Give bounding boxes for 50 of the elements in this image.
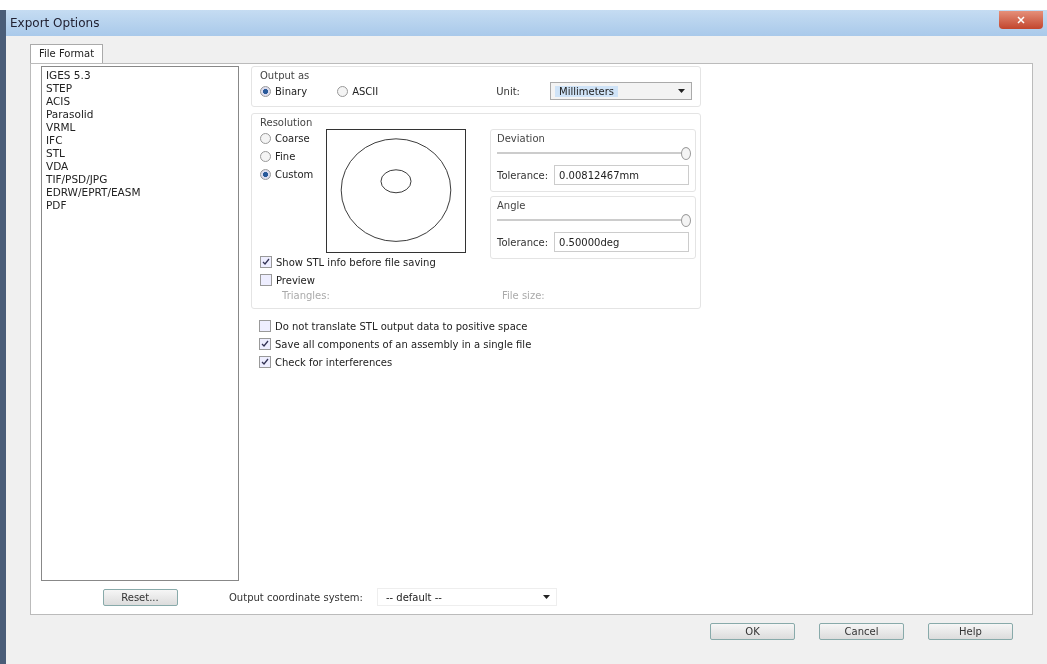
group-title: Output as — [260, 70, 310, 81]
coordinate-dropdown[interactable]: -- default -- — [376, 588, 557, 606]
unit-dropdown[interactable]: Millimeters — [550, 82, 692, 100]
list-item[interactable]: IFC — [46, 134, 234, 147]
dialog-button[interactable]: OK — [710, 623, 795, 640]
close-button[interactable] — [999, 11, 1043, 29]
dialog-button[interactable]: Cancel — [819, 623, 904, 640]
check-icon — [262, 258, 270, 266]
checkbox[interactable]: Show STL info before file saving — [260, 253, 466, 271]
caret-icon — [678, 89, 685, 93]
check-icon — [261, 340, 269, 348]
tolerance-label: Tolerance: — [497, 236, 549, 248]
radio-button[interactable]: Custom — [260, 165, 318, 183]
list-item[interactable]: VRML — [46, 121, 234, 134]
list-item[interactable]: IGES 5.3 — [46, 69, 234, 82]
tolerance-field[interactable]: 0.50000deg — [554, 232, 689, 252]
unit-label: Unit: — [496, 85, 520, 97]
window-title: Export Options — [10, 16, 100, 30]
group-title: Resolution — [260, 117, 313, 128]
checkbox[interactable]: Check for interferences — [259, 353, 1026, 371]
list-item[interactable]: PDF — [46, 199, 234, 212]
checkbox[interactable]: Save all components of an assembly in a single file — [259, 335, 1026, 353]
check-icon — [261, 358, 269, 366]
list-item[interactable]: STL — [46, 147, 234, 160]
slider-thumb[interactable] — [681, 214, 691, 227]
reset-button[interactable]: Reset... — [102, 589, 178, 606]
tolerance-label: Tolerance: — [497, 169, 549, 181]
radio-button[interactable]: ASCII — [337, 82, 379, 100]
list-item[interactable]: VDA — [46, 160, 234, 173]
radio-button[interactable]: Fine — [260, 147, 318, 165]
checkbox[interactable]: Preview — [260, 271, 466, 289]
list-item[interactable]: STEP — [46, 82, 234, 95]
coordinate-label: Output coordinate system: — [229, 591, 363, 603]
group-title: Deviation — [497, 133, 545, 144]
close-icon — [1017, 16, 1025, 24]
info-label: Triangles: — [282, 290, 330, 301]
list-item[interactable]: EDRW/EPRT/EASM — [46, 186, 234, 199]
checkbox[interactable]: Do not translate STL output data to positive space — [259, 317, 1026, 335]
caret-icon — [542, 595, 550, 599]
info-label: File size: — [502, 290, 545, 301]
list-item[interactable]: TIF/PSD/JPG — [46, 173, 234, 186]
radio-button[interactable]: Coarse — [260, 129, 318, 147]
list-item[interactable]: Parasolid — [46, 108, 234, 121]
slider-thumb[interactable] — [681, 147, 691, 160]
tab[interactable]: File Format — [30, 44, 104, 63]
radio-button[interactable]: Binary — [260, 82, 308, 100]
tolerance-field[interactable]: 0.00812467mm — [554, 165, 689, 185]
dialog-button[interactable]: Help — [928, 623, 1013, 640]
group-title: Angle — [497, 200, 526, 211]
list-item[interactable]: ACIS — [46, 95, 234, 108]
